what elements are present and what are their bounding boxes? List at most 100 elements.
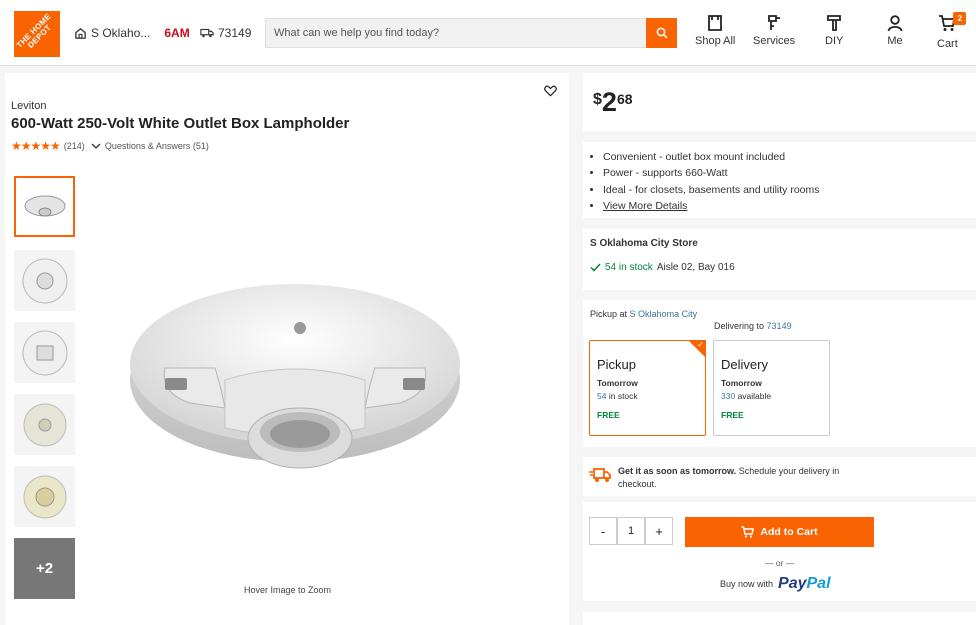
store-selector[interactable]: S Oklaho... 6AM — [74, 26, 190, 40]
cart-icon-wrap: 2 — [938, 12, 967, 38]
lampholder-bottom-thumb-image — [22, 258, 67, 303]
delivering-label: Delivering to — [714, 321, 765, 331]
lampholder-back-thumb-image — [22, 330, 67, 375]
view-more-item: View More Details — [603, 198, 820, 214]
nav-diy[interactable]: DIY — [825, 14, 843, 47]
product-brand[interactable]: Leviton — [11, 100, 46, 112]
search-input[interactable] — [266, 19, 646, 47]
pickup-qty-text: in stock — [608, 391, 638, 401]
thumbnail-3[interactable] — [14, 322, 75, 383]
nav-label: Me — [887, 35, 903, 47]
delivery-qty-text: available — [737, 391, 772, 401]
pickup-when: Tomorrow — [597, 378, 638, 388]
price-box: $ 2 68 — [583, 73, 976, 131]
shipping-message-bold: Get it as soon as tomorrow. — [618, 466, 737, 476]
rating-stars[interactable]: ★★★★★ — [11, 139, 61, 153]
pickup-price: FREE — [597, 410, 620, 420]
pickup-option-card[interactable]: ✓ Pickup Tomorrow 54 in stock FREE — [589, 340, 706, 436]
questions-answers-link[interactable]: Questions & Answers (51) — [91, 141, 209, 151]
delivery-when: Tomorrow — [721, 378, 762, 388]
product-media-panel: Leviton 600-Watt 250-Volt White Outlet B… — [5, 73, 569, 625]
stock-count: 54 in stock — [605, 262, 653, 273]
paypal-logo-part-b: Pal — [806, 575, 831, 592]
pickup-title: Pickup — [597, 357, 637, 372]
cart-icon — [741, 526, 755, 538]
thumbnail-4[interactable] — [14, 394, 75, 455]
highlight-item: Power - supports 660-Watt — [603, 165, 820, 181]
highlight-item: Convenient - outlet box mount included — [603, 149, 820, 165]
returns-box — [583, 612, 976, 625]
chevron-down-icon — [91, 143, 101, 149]
product-main-image[interactable] — [125, 268, 465, 498]
truck-icon — [200, 28, 214, 38]
add-to-cart-label: Add to Cart — [760, 526, 818, 538]
nav-services[interactable]: Services — [753, 14, 795, 47]
rating-row: ★★★★★ (214) Questions & Answers (51) — [11, 139, 209, 153]
nav-label: Services — [753, 35, 796, 47]
review-count[interactable]: (214) — [64, 141, 85, 151]
nav-shop-all[interactable]: Shop All — [695, 14, 735, 47]
thumbnail-2[interactable] — [14, 250, 75, 311]
product-title: 600-Watt 250-Volt White Outlet Box Lamph… — [11, 115, 350, 132]
cart-count-badge: 2 — [953, 12, 967, 25]
qty-increment-button[interactable]: + — [645, 517, 673, 545]
buy-now-label: Buy now with — [720, 579, 774, 589]
shop-all-icon — [708, 15, 723, 31]
store-hours: 6AM — [164, 26, 190, 40]
hammer-icon — [827, 15, 842, 31]
person-icon — [887, 15, 903, 32]
thumbnail-5[interactable] — [14, 466, 75, 527]
services-icon — [768, 15, 781, 30]
lampholder-thumb-image — [24, 195, 65, 216]
store-name: S Oklaho... — [91, 26, 151, 40]
quantity-stepper: - 1 + — [589, 517, 673, 545]
delivering-zip-link[interactable]: 73149 — [767, 321, 792, 331]
pickup-qty-num: 54 — [597, 391, 607, 401]
zip-code: 73149 — [218, 26, 252, 40]
pickup-qty: 54 in stock — [597, 391, 698, 401]
more-images-button[interactable]: +2 — [14, 538, 75, 599]
search-button[interactable] — [646, 18, 677, 48]
add-to-cart-box: - 1 + Add to Cart — or — Buy now with Pa… — [583, 502, 976, 601]
qa-label: Questions & Answers (51) — [104, 141, 209, 151]
pickup-store-link[interactable]: S Oklahoma City — [630, 309, 698, 319]
logo-text: THE HOME DEPOT — [14, 11, 53, 50]
store-stock-box: S Oklahoma City Store 54 in stock Aisle … — [583, 229, 976, 290]
pickup-at-label: Pickup at — [590, 309, 628, 319]
store-name-heading: S Oklahoma City Store — [590, 238, 698, 249]
lampholder-wired-thumb-image — [23, 475, 66, 518]
price-cents: 68 — [616, 91, 633, 107]
search-bar — [265, 18, 677, 48]
check-icon: ✓ — [697, 340, 704, 349]
thumbnail-1[interactable] — [14, 176, 75, 237]
store-icon — [75, 27, 86, 39]
heart-icon — [544, 85, 557, 97]
or-divider: — or — — [765, 558, 795, 568]
price: $ 2 68 — [593, 87, 633, 117]
home-depot-logo[interactable]: THE HOME DEPOT — [14, 11, 60, 57]
paypal-logo: PayPal — [778, 575, 830, 593]
delivery-option-card[interactable]: Delivery Tomorrow 330 available FREE — [713, 340, 830, 436]
add-to-cart-button[interactable]: Add to Cart — [685, 517, 874, 547]
view-more-details-link[interactable]: View More Details — [603, 200, 687, 212]
shipping-message-box: Get it as soon as tomorrow. Schedule you… — [583, 457, 976, 496]
delivery-qty-num: 330 — [721, 391, 736, 401]
paypal-button[interactable]: Buy now with PayPal — [720, 575, 831, 593]
nav-me[interactable]: Me — [886, 14, 904, 47]
delivery-title: Delivery — [721, 357, 768, 372]
qty-decrement-button[interactable]: - — [589, 517, 617, 545]
nav-label: DIY — [825, 35, 844, 47]
delivery-qty: 330 available — [721, 391, 822, 401]
delivering-to-line: Delivering to 73149 — [714, 321, 792, 331]
nav-cart[interactable]: 2 Cart — [937, 12, 967, 50]
zoom-hint: Hover Image to Zoom — [244, 585, 332, 595]
stock-line: 54 in stock Aisle 02, Bay 016 — [590, 262, 735, 273]
price-currency: $ — [593, 91, 602, 108]
aisle-location: Aisle 02, Bay 016 — [656, 262, 735, 273]
qty-input[interactable]: 1 — [617, 517, 645, 545]
favorite-button[interactable] — [544, 84, 557, 102]
checkmark-icon — [590, 263, 601, 272]
fast-delivery-truck-icon — [589, 468, 611, 482]
zip-selector[interactable]: 73149 — [200, 26, 251, 40]
fulfillment-box: Pickup at S Oklahoma City Delivering to … — [583, 300, 976, 447]
